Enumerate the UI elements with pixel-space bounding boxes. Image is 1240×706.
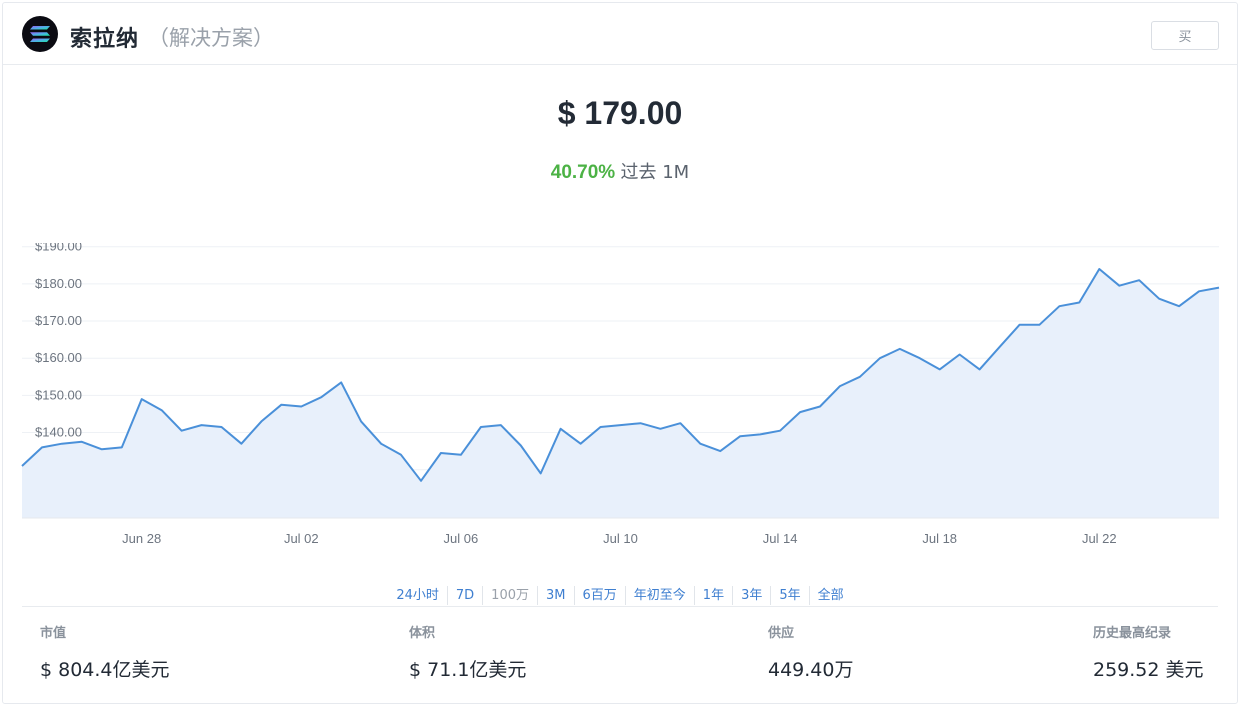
x-tick-label: Jul 06: [444, 531, 479, 546]
supply-value: 449.40万: [768, 659, 854, 681]
current-price: $ 179.00: [557, 95, 683, 131]
market-cap-label: 市值: [40, 626, 67, 641]
range-option[interactable]: 3年: [732, 586, 770, 605]
x-tick-label: Jul 14: [763, 531, 798, 546]
x-tick-label: Jul 02: [284, 531, 319, 546]
y-tick-label: $160.00: [35, 350, 82, 365]
ath-value: 259.52 美元: [1093, 659, 1204, 681]
x-tick-label: Jun 28: [122, 531, 161, 546]
range-option[interactable]: 3M: [537, 586, 574, 605]
ath-label: 历史最高纪录: [1093, 626, 1172, 641]
market-cap-value: $ 804.4亿美元: [40, 659, 170, 681]
range-option[interactable]: 100万: [482, 586, 537, 605]
volume-label: 体积: [409, 626, 436, 641]
x-tick-label: Jul 10: [603, 531, 638, 546]
y-tick-label: $140.00: [35, 425, 82, 440]
x-tick-label: Jul 22: [1082, 531, 1117, 546]
coin-name: 索拉纳: [70, 27, 140, 52]
coin-symbol: （解决方案）: [148, 26, 274, 50]
range-option[interactable]: 24小时: [388, 586, 447, 605]
range-option[interactable]: 年初至今: [624, 586, 694, 605]
buy-button[interactable]: 买: [1151, 21, 1219, 50]
volume-value: $ 71.1亿美元: [409, 659, 527, 681]
y-tick-label: $190.00: [35, 243, 82, 254]
range-option[interactable]: 7D: [446, 586, 482, 605]
solana-logo-icon: [22, 16, 58, 52]
supply-label: 供应: [768, 626, 795, 641]
x-tick-label: Jul 18: [922, 531, 957, 546]
range-option[interactable]: 6百万: [573, 586, 625, 605]
price-area-fill: [22, 269, 1219, 518]
stat-volume: 体积 $ 71.1亿美元: [409, 622, 526, 682]
time-range-selector: 24小时 7D 100万 3M 6百万 年初至今 1年 3年 5年 全部: [3, 586, 1237, 605]
range-option[interactable]: 1年: [693, 586, 732, 605]
stats-divider: [22, 606, 1218, 607]
price-change-period: 过去 1M: [620, 162, 690, 183]
y-tick-label: $180.00: [35, 276, 82, 291]
price-change-percent: 40.70%: [550, 162, 616, 183]
range-option[interactable]: 全部: [808, 586, 852, 605]
y-tick-label: $170.00: [35, 313, 82, 328]
y-tick-label: $150.00: [35, 387, 82, 402]
stat-supply: 供应 449.40万: [768, 622, 853, 682]
range-option[interactable]: 5年: [770, 586, 808, 605]
stat-all-time-high: 历史最高纪录 259.52 美元: [1093, 622, 1204, 682]
coin-card: 索拉纳 （解决方案） 买 $ 179.00 40.70% 过去 1M $190.…: [2, 2, 1238, 704]
price-change-row: 40.70% 过去 1M: [3, 158, 1237, 184]
coin-header: 索拉纳 （解决方案） 买: [3, 3, 1237, 65]
stat-market-cap: 市值 $ 804.4亿美元: [40, 622, 170, 682]
price-chart[interactable]: $190.00 $180.00 $170.00 $160.00 $150.00 $140.…: [3, 243, 1239, 553]
